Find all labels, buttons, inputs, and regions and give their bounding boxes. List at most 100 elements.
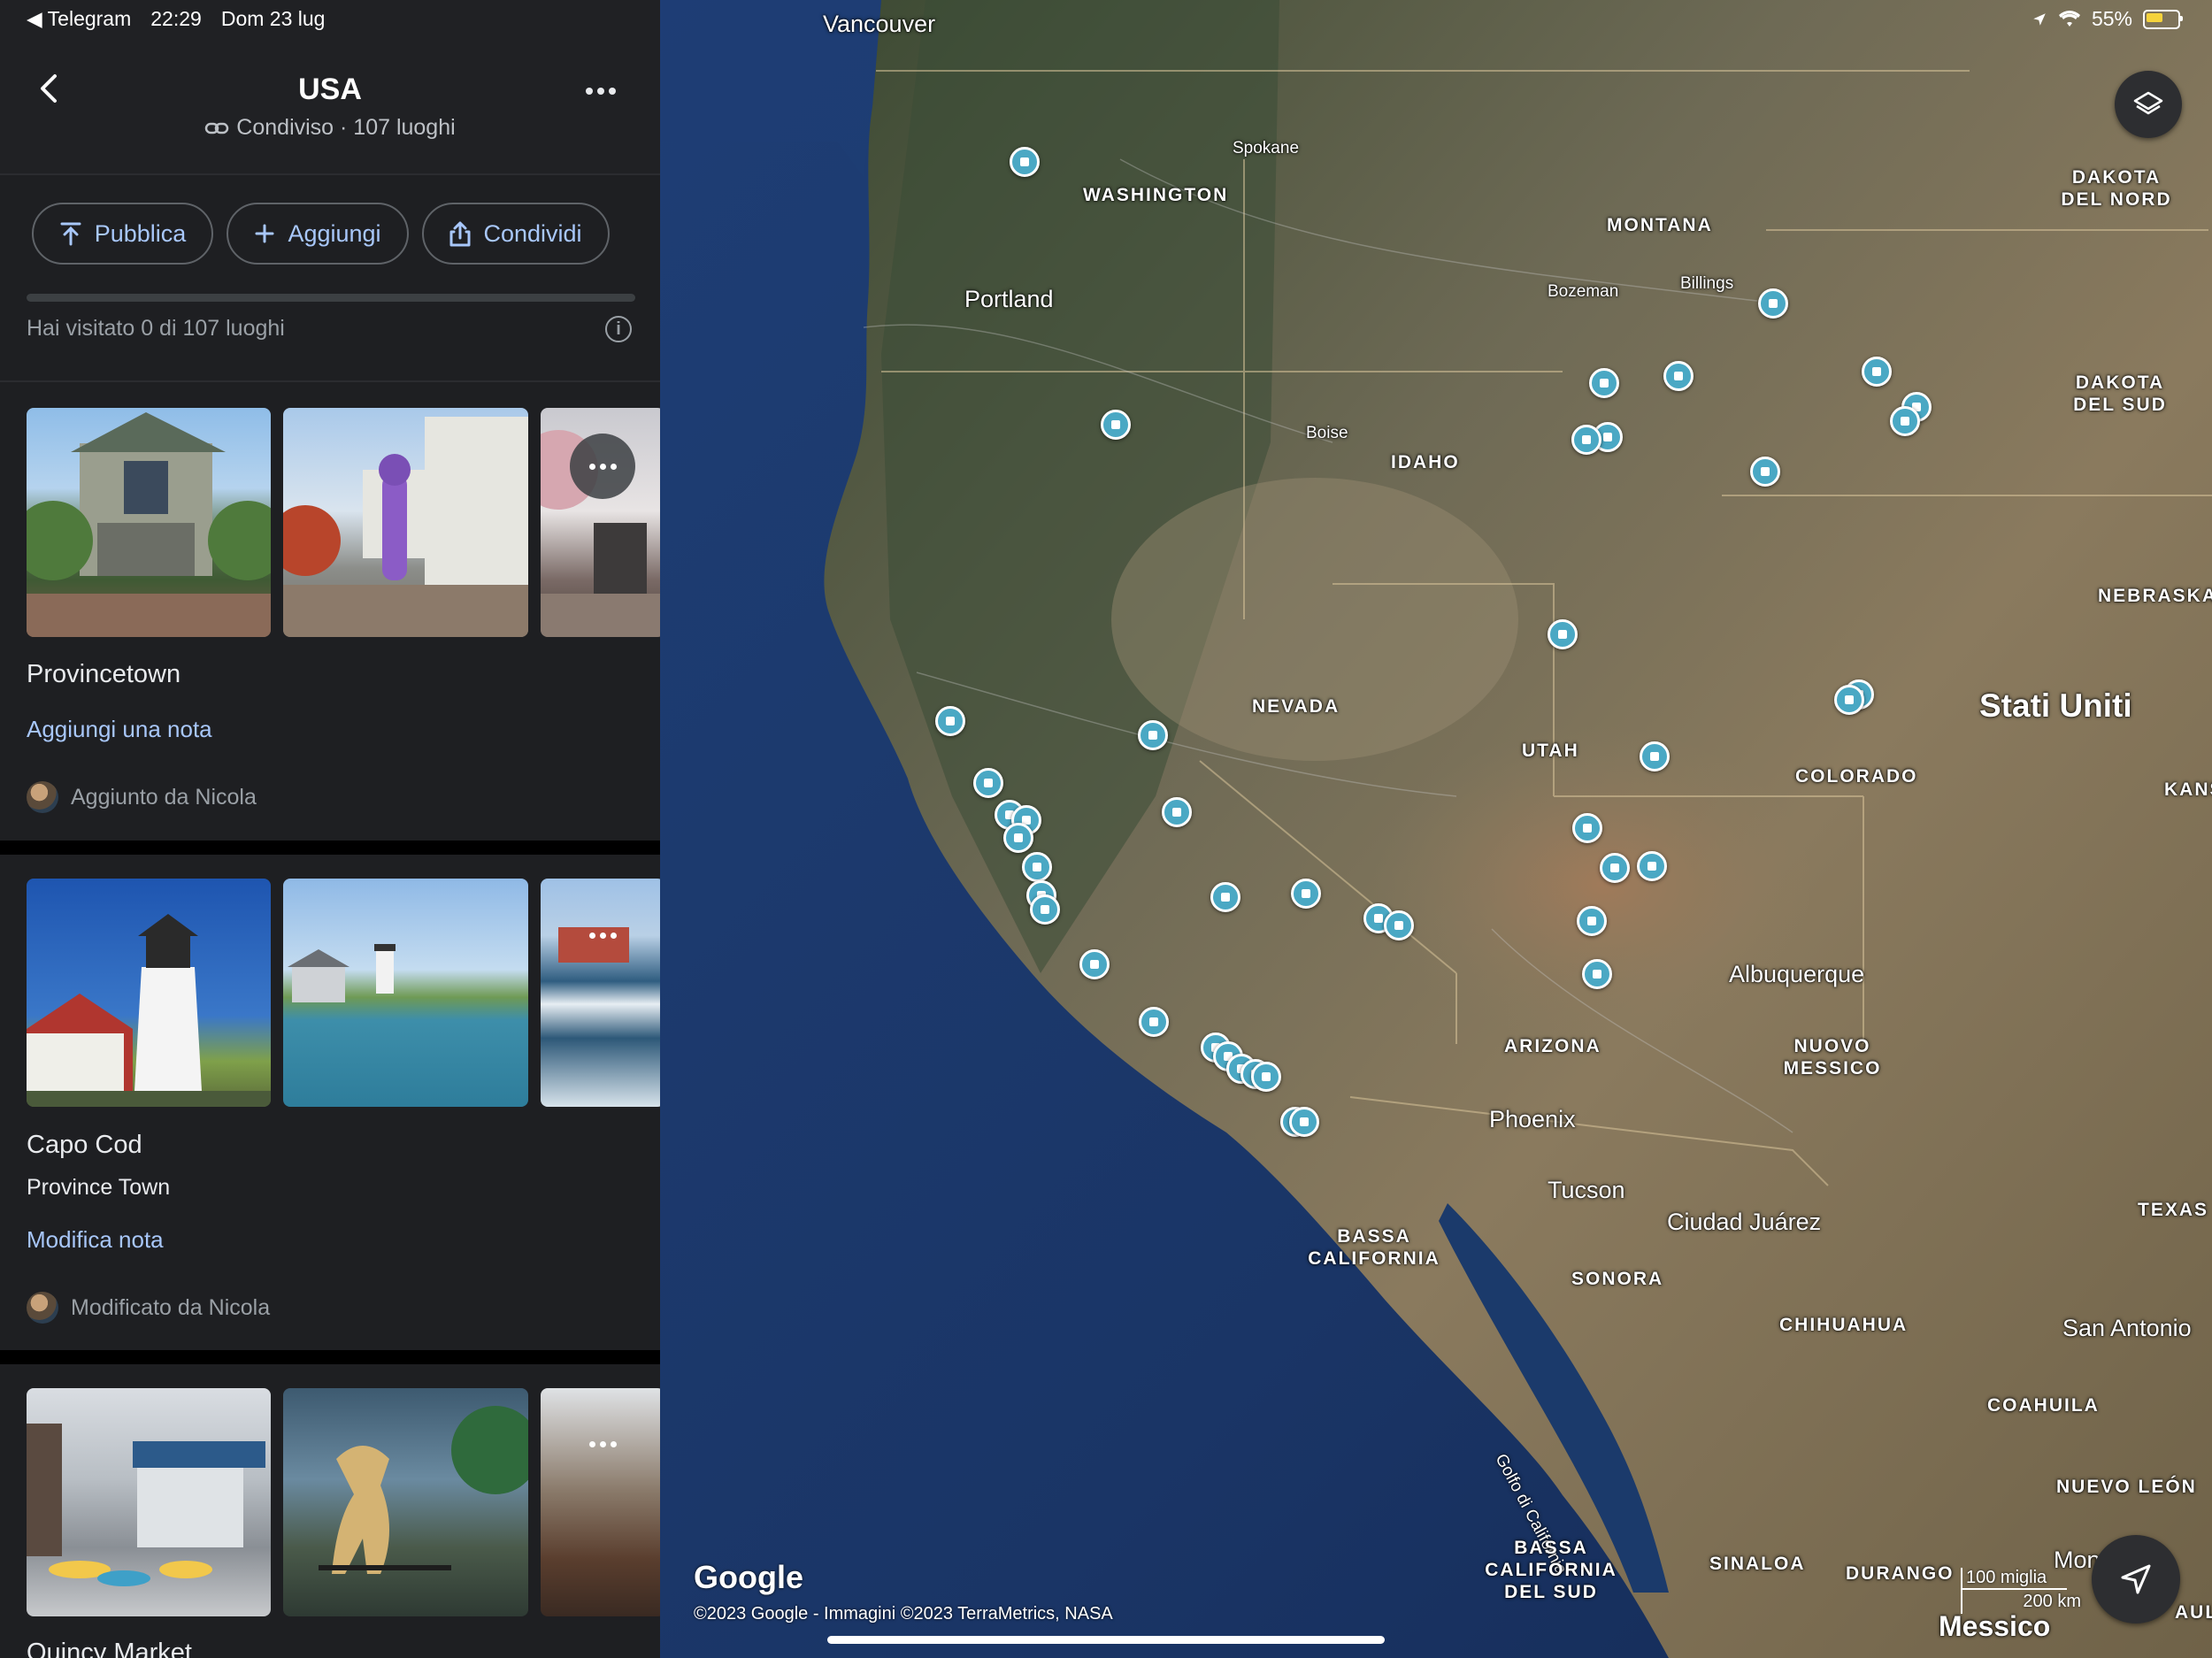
map-pin[interactable] — [1640, 741, 1670, 771]
map-label-bassa-california-sud[interactable]: BASSA CALIFORNIA DEL SUD — [1485, 1537, 1617, 1603]
map-label-texas[interactable]: TEXAS — [2138, 1199, 2208, 1221]
my-location-button[interactable] — [2092, 1535, 2180, 1623]
more-photos-button[interactable] — [570, 1411, 635, 1477]
home-indicator[interactable] — [827, 1636, 1385, 1644]
map-pin[interactable] — [1384, 910, 1414, 940]
place-title[interactable]: Quincy Market — [27, 1639, 192, 1658]
map-label-sonora[interactable]: SONORA — [1571, 1268, 1663, 1290]
map-pin[interactable] — [1079, 949, 1110, 979]
layers-button[interactable] — [2115, 71, 2182, 138]
map-label-sinaloa[interactable]: SINALOA — [1709, 1553, 1806, 1575]
map-label-san-antonio[interactable]: San Antonio — [2062, 1315, 2192, 1342]
map-label-billings[interactable]: Billings — [1680, 274, 1733, 294]
map-label-spokane[interactable]: Spokane — [1233, 139, 1299, 158]
map-label-portland[interactable]: Portland — [964, 286, 1054, 313]
map-view[interactable]: Vancouver Spokane WASHINGTON MONTANA DAK… — [660, 0, 2212, 1658]
map-pin[interactable] — [1003, 823, 1033, 853]
map-pin[interactable] — [1890, 406, 1920, 436]
map-label-washington[interactable]: WASHINGTON — [1083, 184, 1228, 206]
map-label-montana[interactable]: MONTANA — [1607, 214, 1713, 236]
share-button[interactable]: Condividi — [422, 203, 610, 265]
list-header: USA Condiviso · 107 luoghi — [0, 0, 660, 175]
place-photo[interactable] — [283, 879, 528, 1107]
map-label-nebraska[interactable]: NEBRASKA — [2098, 585, 2212, 607]
map-pin[interactable] — [1210, 882, 1240, 912]
map-label-dakota-sud[interactable]: DAKOTA DEL SUD — [2067, 372, 2173, 416]
more-options-button[interactable] — [586, 78, 621, 104]
layers-icon — [2133, 91, 2163, 115]
map-pin[interactable] — [973, 768, 1003, 798]
map-pin[interactable] — [1548, 619, 1578, 649]
place-photo[interactable] — [283, 408, 528, 637]
map-label-chihuahua[interactable]: CHIHUAHUA — [1779, 1314, 1908, 1336]
map-pin[interactable] — [1758, 288, 1788, 319]
map-pin[interactable] — [1862, 357, 1892, 387]
list-panel: USA Condiviso · 107 luoghi Pubblica Aggi… — [0, 0, 660, 1658]
info-icon[interactable]: i — [605, 316, 632, 342]
map-label-tucson[interactable]: Tucson — [1548, 1177, 1625, 1204]
map-label-boise[interactable]: Boise — [1306, 424, 1348, 443]
map-pin[interactable] — [1291, 879, 1321, 909]
map-pin[interactable] — [1571, 425, 1601, 455]
map-pin[interactable] — [1577, 906, 1607, 936]
map-label-utah[interactable]: UTAH — [1522, 740, 1579, 762]
map-label-durango[interactable]: DURANGO — [1846, 1562, 1955, 1585]
map-pin[interactable] — [1637, 851, 1667, 881]
map-pin[interactable] — [1834, 685, 1864, 715]
map-pin[interactable] — [1663, 361, 1694, 391]
map-label-colorado[interactable]: COLORADO — [1795, 765, 1918, 787]
map-attribution[interactable]: ©2023 Google - Immagini ©2023 TerraMetri… — [694, 1604, 1113, 1624]
map-pin[interactable] — [1750, 457, 1780, 487]
map-pin[interactable] — [1251, 1062, 1281, 1092]
edit-note-link[interactable]: Modifica nota — [27, 1226, 164, 1254]
map-label-nuevo-leon[interactable]: NUEVO LEÓN — [2056, 1476, 2197, 1498]
map-pin[interactable] — [935, 706, 965, 736]
map-label-stati-uniti[interactable]: Stati Uniti — [1979, 687, 2132, 725]
map-pin[interactable] — [1030, 894, 1060, 925]
publish-button[interactable]: Pubblica — [32, 203, 213, 265]
google-logo: Google — [694, 1559, 803, 1595]
map-label-bozeman[interactable]: Bozeman — [1548, 282, 1618, 302]
map-pin[interactable] — [1101, 410, 1131, 440]
map-pin[interactable] — [1139, 1007, 1169, 1037]
map-pin[interactable] — [1600, 853, 1630, 883]
map-label-kans[interactable]: KANS — [2164, 779, 2212, 801]
place-photo[interactable] — [27, 408, 271, 637]
more-photos-button[interactable] — [570, 434, 635, 499]
map-label-phoenix[interactable]: Phoenix — [1489, 1106, 1576, 1133]
map-label-arizona[interactable]: ARIZONA — [1504, 1035, 1601, 1057]
divider — [0, 1350, 660, 1364]
map-pin[interactable] — [1138, 720, 1168, 750]
place-title[interactable]: Capo Cod — [27, 1131, 142, 1160]
add-button[interactable]: Aggiungi — [227, 203, 409, 265]
map-label-coahuila[interactable]: COAHUILA — [1987, 1394, 2100, 1416]
map-label-nevada[interactable]: NEVADA — [1252, 695, 1340, 718]
map-label-aulip[interactable]: AULIP — [2175, 1601, 2212, 1623]
divider — [0, 841, 660, 855]
divider — [0, 380, 660, 382]
map-pin[interactable] — [1010, 147, 1040, 177]
map-label-messico[interactable]: Messico — [1939, 1610, 2050, 1643]
map-label-vancouver[interactable]: Vancouver — [823, 11, 935, 38]
place-photo[interactable] — [27, 1388, 271, 1616]
map-pin[interactable] — [1572, 813, 1602, 843]
place-photo[interactable] — [27, 879, 271, 1107]
map-pin[interactable] — [1022, 852, 1052, 882]
map-pin[interactable] — [1162, 797, 1192, 827]
map-label-dakota-nord[interactable]: DAKOTA DEL NORD — [2058, 166, 2175, 211]
place-photo[interactable] — [283, 1388, 528, 1616]
add-note-link[interactable]: Aggiungi una nota — [27, 716, 212, 743]
add-label: Aggiungi — [288, 219, 381, 247]
share-label: Condividi — [483, 219, 582, 247]
map-label-albuquerque[interactable]: Albuquerque — [1729, 961, 1864, 988]
map-label-nuovo-messico[interactable]: NUOVO MESSICO — [1780, 1035, 1885, 1079]
map-label-bassa-california[interactable]: BASSA CALIFORNIA — [1308, 1225, 1440, 1270]
map-pin[interactable] — [1582, 959, 1612, 989]
map-label-ciudad-juarez[interactable]: Ciudad Juárez — [1667, 1209, 1821, 1236]
place-title[interactable]: Provincetown — [27, 660, 180, 689]
more-photos-button[interactable] — [570, 902, 635, 968]
share-icon — [449, 221, 471, 247]
map-pin[interactable] — [1589, 368, 1619, 398]
map-pin[interactable] — [1289, 1107, 1319, 1137]
map-label-idaho[interactable]: IDAHO — [1391, 451, 1460, 473]
